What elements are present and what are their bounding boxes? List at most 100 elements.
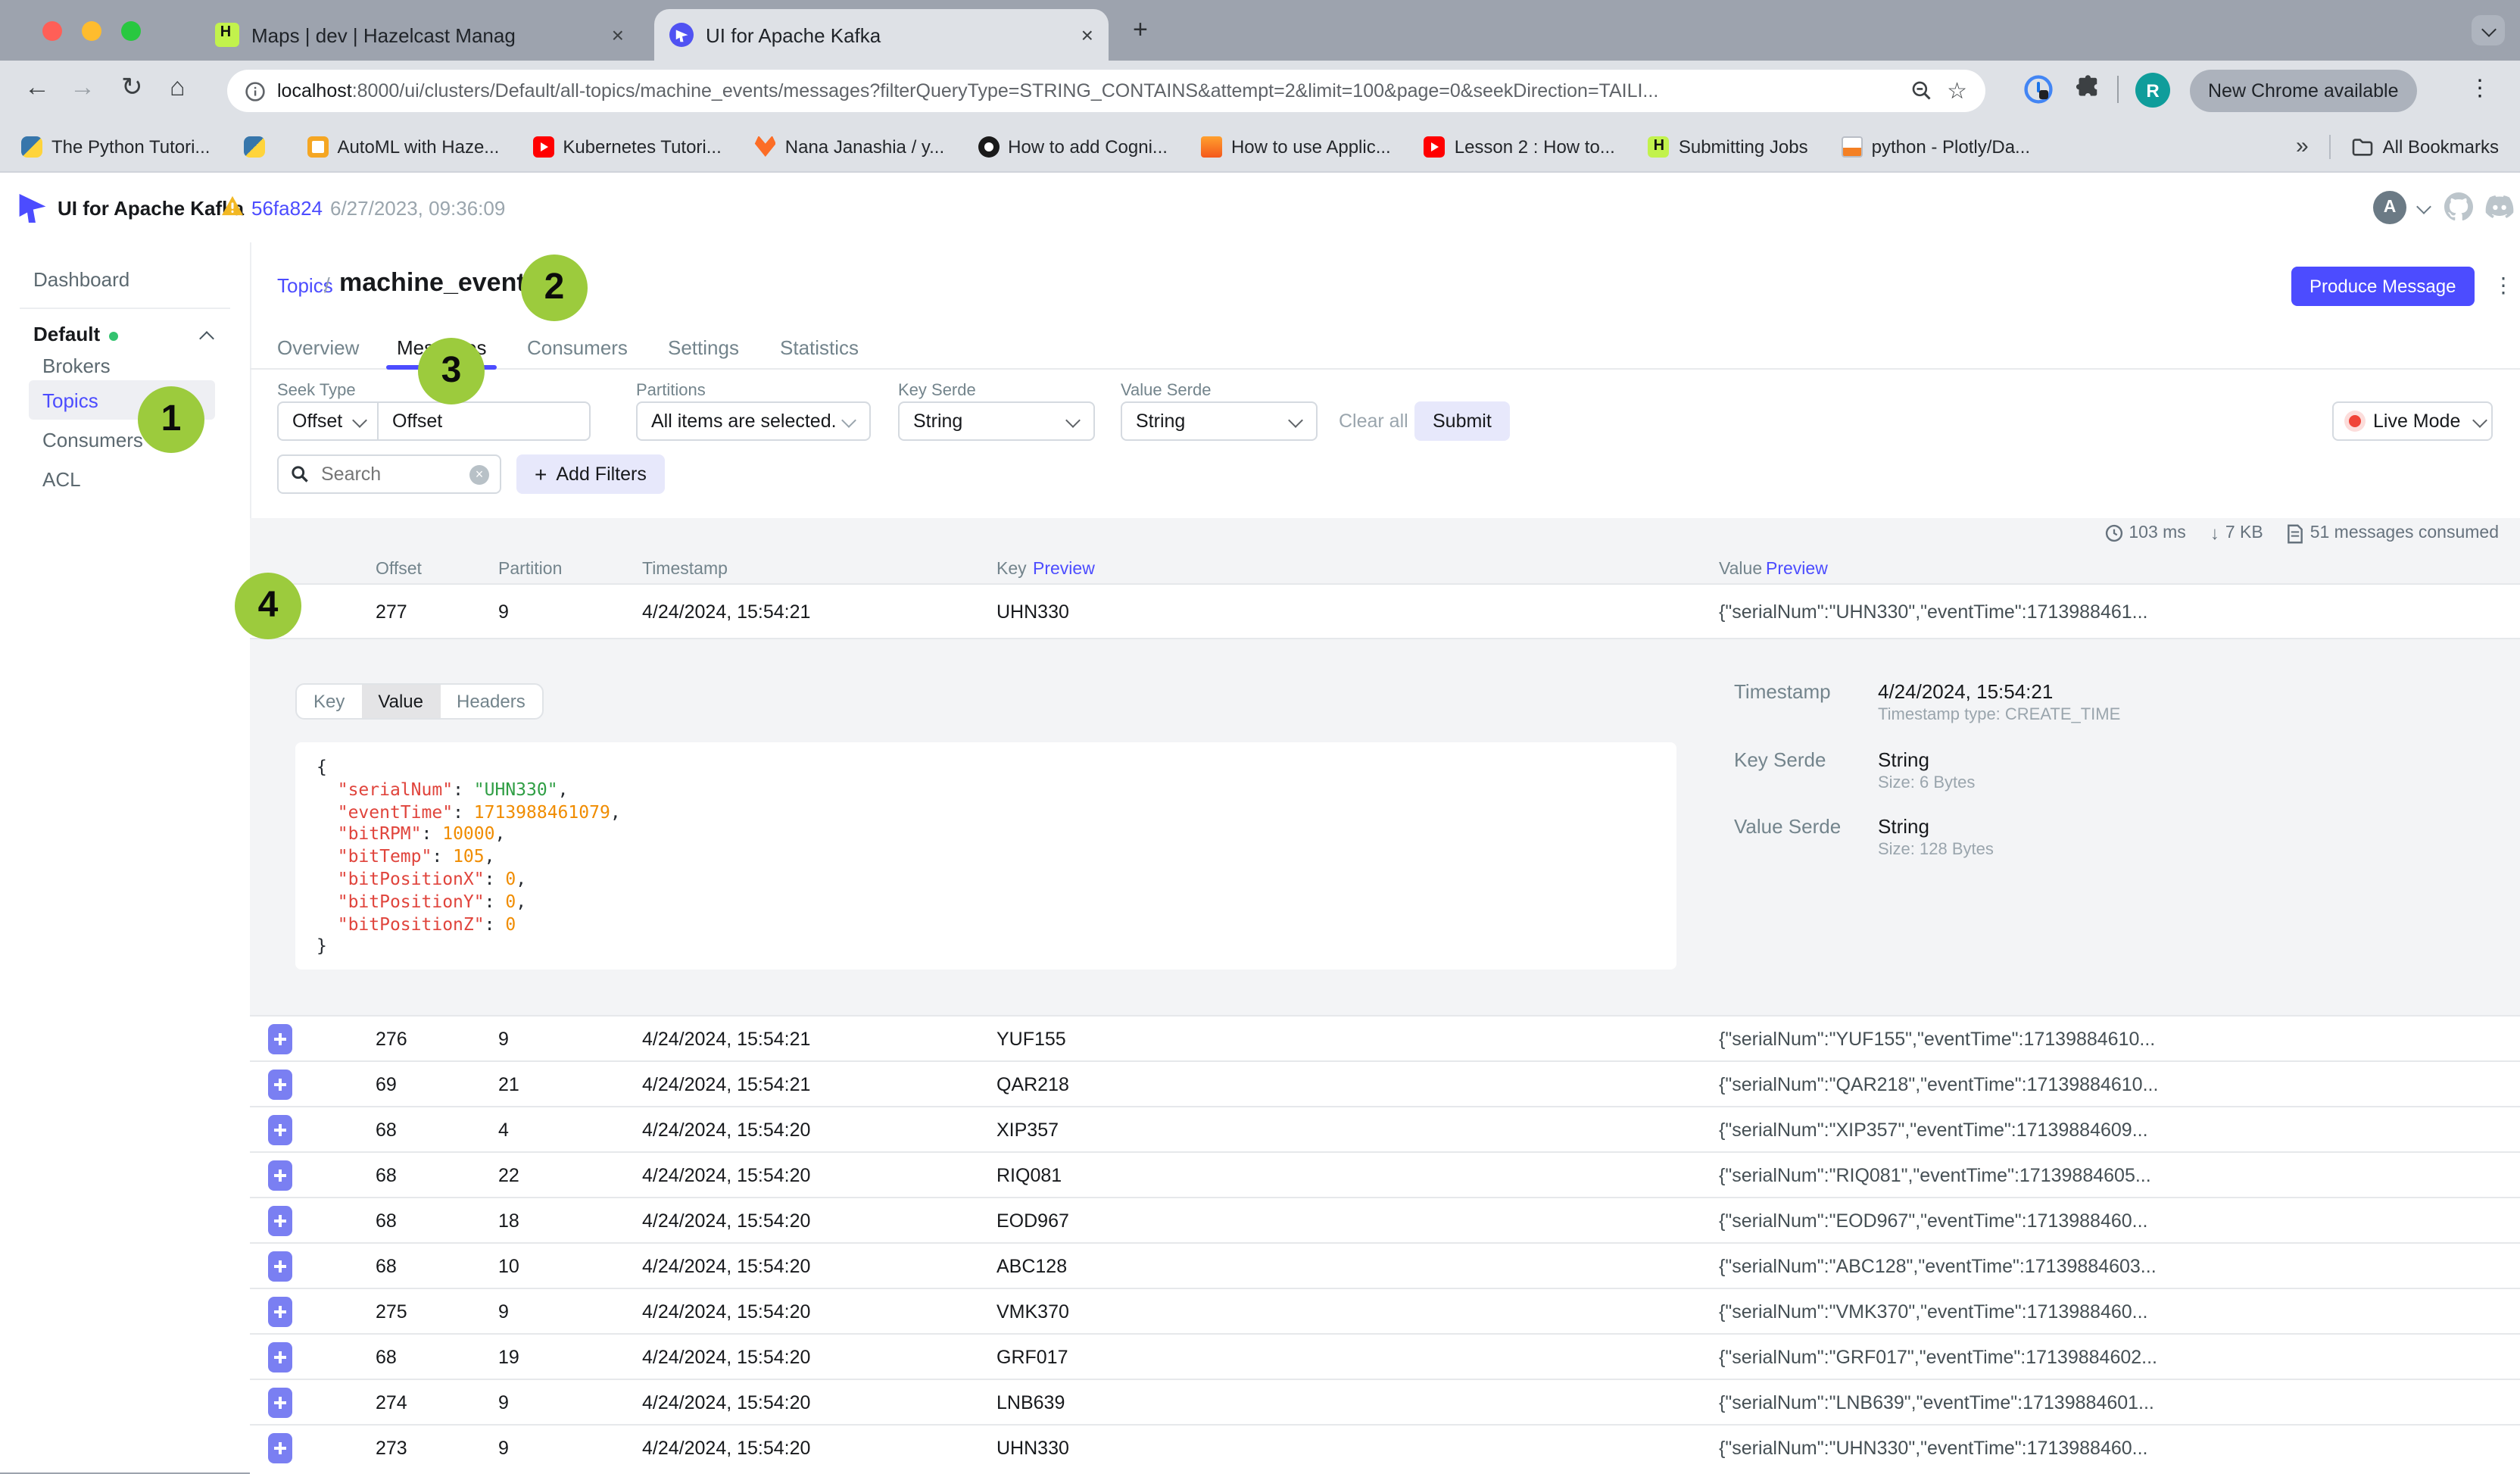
table-row[interactable]: 68 19 4/24/2024, 15:54:20 GRF017 {"seria… [250,1333,2520,1380]
bookmark-item[interactable]: How to add Cogni... [978,136,1168,157]
password-manager-icon[interactable] [2023,74,2054,105]
clear-search-icon[interactable]: × [469,464,489,484]
table-row[interactable]: 274 9 4/24/2024, 15:54:20 LNB639 {"seria… [250,1379,2520,1426]
cell-key: EOD967 [996,1210,1069,1232]
kafka-ui-favicon-icon [669,23,694,47]
table-row[interactable]: 68 18 4/24/2024, 15:54:20 EOD967 {"seria… [250,1197,2520,1244]
bookmark-star-icon[interactable]: ☆ [1947,77,1967,105]
close-window-button[interactable] [42,21,62,41]
live-mode-toggle[interactable]: Live Mode [2332,401,2493,441]
cell-partition: 10 [498,1256,519,1277]
tab-consumers[interactable]: Consumers [527,336,628,359]
add-filters-button[interactable]: + Add Filters [516,454,665,494]
cell-key: UHN330 [996,601,1069,623]
tab-settings[interactable]: Settings [668,336,739,359]
sidebar-cluster-name[interactable]: Default [33,323,100,345]
new-tab-button[interactable]: + [1133,15,1148,45]
browser-tab-hazelcast[interactable]: Maps | dev | Hazelcast Manag × [200,9,639,61]
bookmarks-overflow-chevrons[interactable]: » [2296,133,2309,159]
discord-icon[interactable] [2485,195,2514,218]
submit-button[interactable]: Submit [1414,401,1510,441]
expand-row-button[interactable] [268,1070,292,1100]
table-row[interactable]: 69 21 4/24/2024, 15:54:21 QAR218 {"seria… [250,1060,2520,1107]
bookmark-item[interactable]: AutoML with Haze... [307,136,499,157]
expand-row-button[interactable] [268,1115,292,1145]
table-row[interactable]: 275 9 4/24/2024, 15:54:20 VMK370 {"seria… [250,1288,2520,1335]
close-tab-icon[interactable]: × [612,23,624,47]
table-row[interactable]: 68 10 4/24/2024, 15:54:20 ABC128 {"seria… [250,1242,2520,1289]
cell-value: {"serialNum":"UHN330","eventTime":171398… [1719,601,2506,623]
zoom-out-icon[interactable] [1910,80,1932,101]
home-button[interactable]: ⌂ [170,73,186,103]
github-icon[interactable] [2444,192,2473,221]
tab-search-button[interactable] [2472,15,2505,45]
minimize-window-button[interactable] [82,21,101,41]
table-row[interactable]: 68 4 4/24/2024, 15:54:20 XIP357 {"serial… [250,1106,2520,1153]
bookmark-item[interactable]: Nana Janashia / y... [755,136,944,157]
tab-statistics[interactable]: Statistics [780,336,859,359]
seek-offset-input[interactable] [377,401,591,441]
page-menu-kebab-icon[interactable]: ⋮ [2493,273,2514,298]
reload-button[interactable]: ↻ [121,73,143,103]
browser-tab-kafka-ui[interactable]: UI for Apache Kafka × [654,9,1109,61]
expand-row-button[interactable] [268,1433,292,1463]
key-preview-link[interactable]: Preview [1033,561,1095,579]
extensions-puzzle-icon[interactable] [2072,74,2101,103]
expand-row-button[interactable] [268,1342,292,1373]
maximize-window-button[interactable] [121,21,141,41]
expand-row-button[interactable] [268,1160,292,1191]
value-serde-select[interactable]: String [1121,401,1318,441]
partitions-select[interactable]: All items are selected. [636,401,871,441]
chrome-update-button[interactable]: New Chrome available [2190,70,2417,112]
clear-all-button[interactable]: Clear all [1339,411,1408,432]
sidebar-item-brokers[interactable]: Brokers [42,354,111,377]
address-bar[interactable]: localhost:8000/ui/clusters/Default/all-t… [227,70,1985,112]
cell-value: {"serialNum":"VMK370","eventTime":171398… [1719,1301,2506,1323]
site-info-icon[interactable] [245,81,265,101]
cell-partition: 22 [498,1165,519,1186]
table-row[interactable]: 273 9 4/24/2024, 15:54:20 UHN330 {"seria… [250,1424,2520,1474]
sidebar-item-acl[interactable]: ACL [42,468,81,491]
close-tab-icon[interactable]: × [1081,23,1093,47]
profile-avatar[interactable]: R [2135,73,2170,108]
table-row[interactable]: 68 22 4/24/2024, 15:54:20 RIQ081 {"seria… [250,1151,2520,1198]
seek-type-select[interactable]: Offset [277,401,379,441]
expand-row-button[interactable] [268,1388,292,1418]
json-field: "bitPositionY": 0 [317,891,1655,913]
app-version-link[interactable]: 56fa824 [251,197,323,220]
expand-row-button[interactable] [268,1297,292,1327]
bookmark-item[interactable]: The Python Tutori... [21,136,210,157]
bookmark-item[interactable]: python - Plotly/Da... [1842,136,2030,157]
chevron-down-icon [2472,412,2487,427]
produce-message-button[interactable]: Produce Message [2291,267,2474,306]
detail-tab-value[interactable]: Value [361,685,440,718]
kafka-ui-logo-icon[interactable] [18,192,47,224]
sidebar-divider [20,308,230,309]
detail-tab-headers[interactable]: Headers [440,685,542,718]
sidebar-item-topics[interactable]: Topics [42,389,98,412]
forward-button[interactable]: → [70,73,95,103]
back-button[interactable]: ← [24,73,50,103]
bookmark-item[interactable] [243,136,273,157]
bookmark-item[interactable]: Kubernetes Tutori... [532,136,721,157]
partitions-label: Partitions [636,382,706,400]
bookmark-item[interactable]: Lesson 2 : How to... [1424,136,1615,157]
value-preview-link[interactable]: Preview [1766,561,1828,579]
bookmark-item[interactable]: Submitting Jobs [1648,136,1808,157]
all-bookmarks-button[interactable]: All Bookmarks [2353,136,2499,157]
sidebar-item-dashboard[interactable]: Dashboard [33,268,129,291]
bookmark-item[interactable]: How to use Applic... [1201,136,1391,157]
table-row[interactable]: 276 9 4/24/2024, 15:54:21 YUF155 {"seria… [250,1015,2520,1062]
search-box[interactable]: × [277,454,501,494]
expand-row-button[interactable] [268,1024,292,1054]
expand-row-button[interactable] [268,1206,292,1236]
detail-tab-key[interactable]: Key [297,685,361,718]
tab-overview[interactable]: Overview [277,336,359,359]
browser-menu-kebab-icon[interactable]: ⋮ [2469,74,2491,101]
sidebar-item-consumers[interactable]: Consumers [42,429,143,451]
search-input[interactable] [318,462,469,486]
key-serde-select[interactable]: String [898,401,1095,441]
table-row-expanded[interactable]: 277 9 4/24/2024, 15:54:21 UHN330 {"seria… [250,583,2520,639]
user-avatar[interactable]: A [2373,191,2406,224]
expand-row-button[interactable] [268,1251,292,1282]
